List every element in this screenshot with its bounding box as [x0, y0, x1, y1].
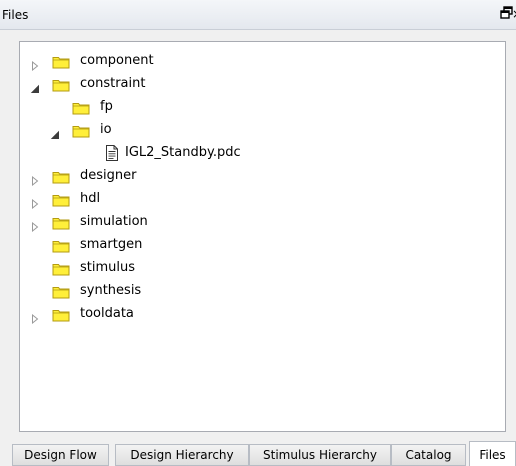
folder-icon [52, 284, 70, 299]
tab-catalog[interactable]: Catalog [391, 444, 466, 466]
folder-icon [52, 261, 70, 276]
expand-arrow-icon[interactable] [30, 194, 40, 210]
panel-titlebar: Files × [0, 0, 516, 30]
tree-item[interactable]: designer [20, 165, 505, 188]
tree-item[interactable]: component [20, 50, 505, 73]
tree-item-label: component [80, 53, 154, 68]
tree-item-label: hdl [80, 191, 101, 206]
tree-item[interactable]: IGL2_Standby.pdc [20, 142, 505, 165]
tree-item[interactable]: smartgen [20, 234, 505, 257]
tree-item-label: simulation [80, 214, 148, 229]
folder-icon [72, 123, 90, 138]
collapse-arrow-icon[interactable] [30, 79, 40, 93]
tree-item[interactable]: constraint [20, 73, 505, 96]
tree-item[interactable]: io [20, 119, 505, 142]
document-icon [105, 145, 119, 161]
tree-item[interactable]: synthesis [20, 280, 505, 303]
expand-arrow-icon[interactable] [30, 217, 40, 233]
panel-title: Files [2, 8, 29, 22]
expand-arrow-icon[interactable] [30, 309, 40, 325]
tree-item[interactable]: hdl [20, 188, 505, 211]
folder-icon [72, 100, 90, 115]
tab-stimulus-hierarchy[interactable]: Stimulus Hierarchy [249, 444, 391, 466]
tree-item[interactable]: tooldata [20, 303, 505, 326]
tree-item-label: IGL2_Standby.pdc [125, 145, 241, 160]
tree-item[interactable]: simulation [20, 211, 505, 234]
collapse-arrow-icon[interactable] [50, 125, 60, 139]
tree-item-label: smartgen [80, 237, 143, 252]
expand-arrow-icon[interactable] [30, 171, 40, 187]
tab-design-flow[interactable]: Design Flow [12, 444, 109, 466]
folder-icon [52, 169, 70, 184]
tree-item[interactable]: stimulus [20, 257, 505, 280]
folder-icon [52, 238, 70, 253]
folder-icon [52, 307, 70, 322]
panel-tab-bar: Design Flow Design Hierarchy Stimulus Hier… [0, 440, 516, 466]
folder-icon [52, 215, 70, 230]
folder-icon [52, 77, 70, 92]
tree-item-label: designer [80, 168, 137, 183]
files-panel: Files × component constraint fp io IGL2_… [0, 0, 516, 466]
tab-design-hierarchy[interactable]: Design Hierarchy [115, 444, 249, 466]
tree-item-label: tooldata [80, 306, 134, 321]
close-panel-icon[interactable]: × [512, 8, 516, 20]
folder-icon [52, 192, 70, 207]
file-tree: component constraint fp io IGL2_Standby.… [19, 41, 506, 432]
expand-arrow-icon[interactable] [30, 56, 40, 72]
tree-item[interactable]: fp [20, 96, 505, 119]
tree-item-label: constraint [80, 76, 146, 91]
tab-files[interactable]: Files [469, 441, 516, 466]
tree-item-label: fp [100, 99, 113, 114]
folder-icon [52, 54, 70, 69]
tree-item-label: synthesis [80, 283, 142, 298]
tree-item-label: stimulus [80, 260, 136, 275]
tree-item-label: io [100, 122, 112, 137]
